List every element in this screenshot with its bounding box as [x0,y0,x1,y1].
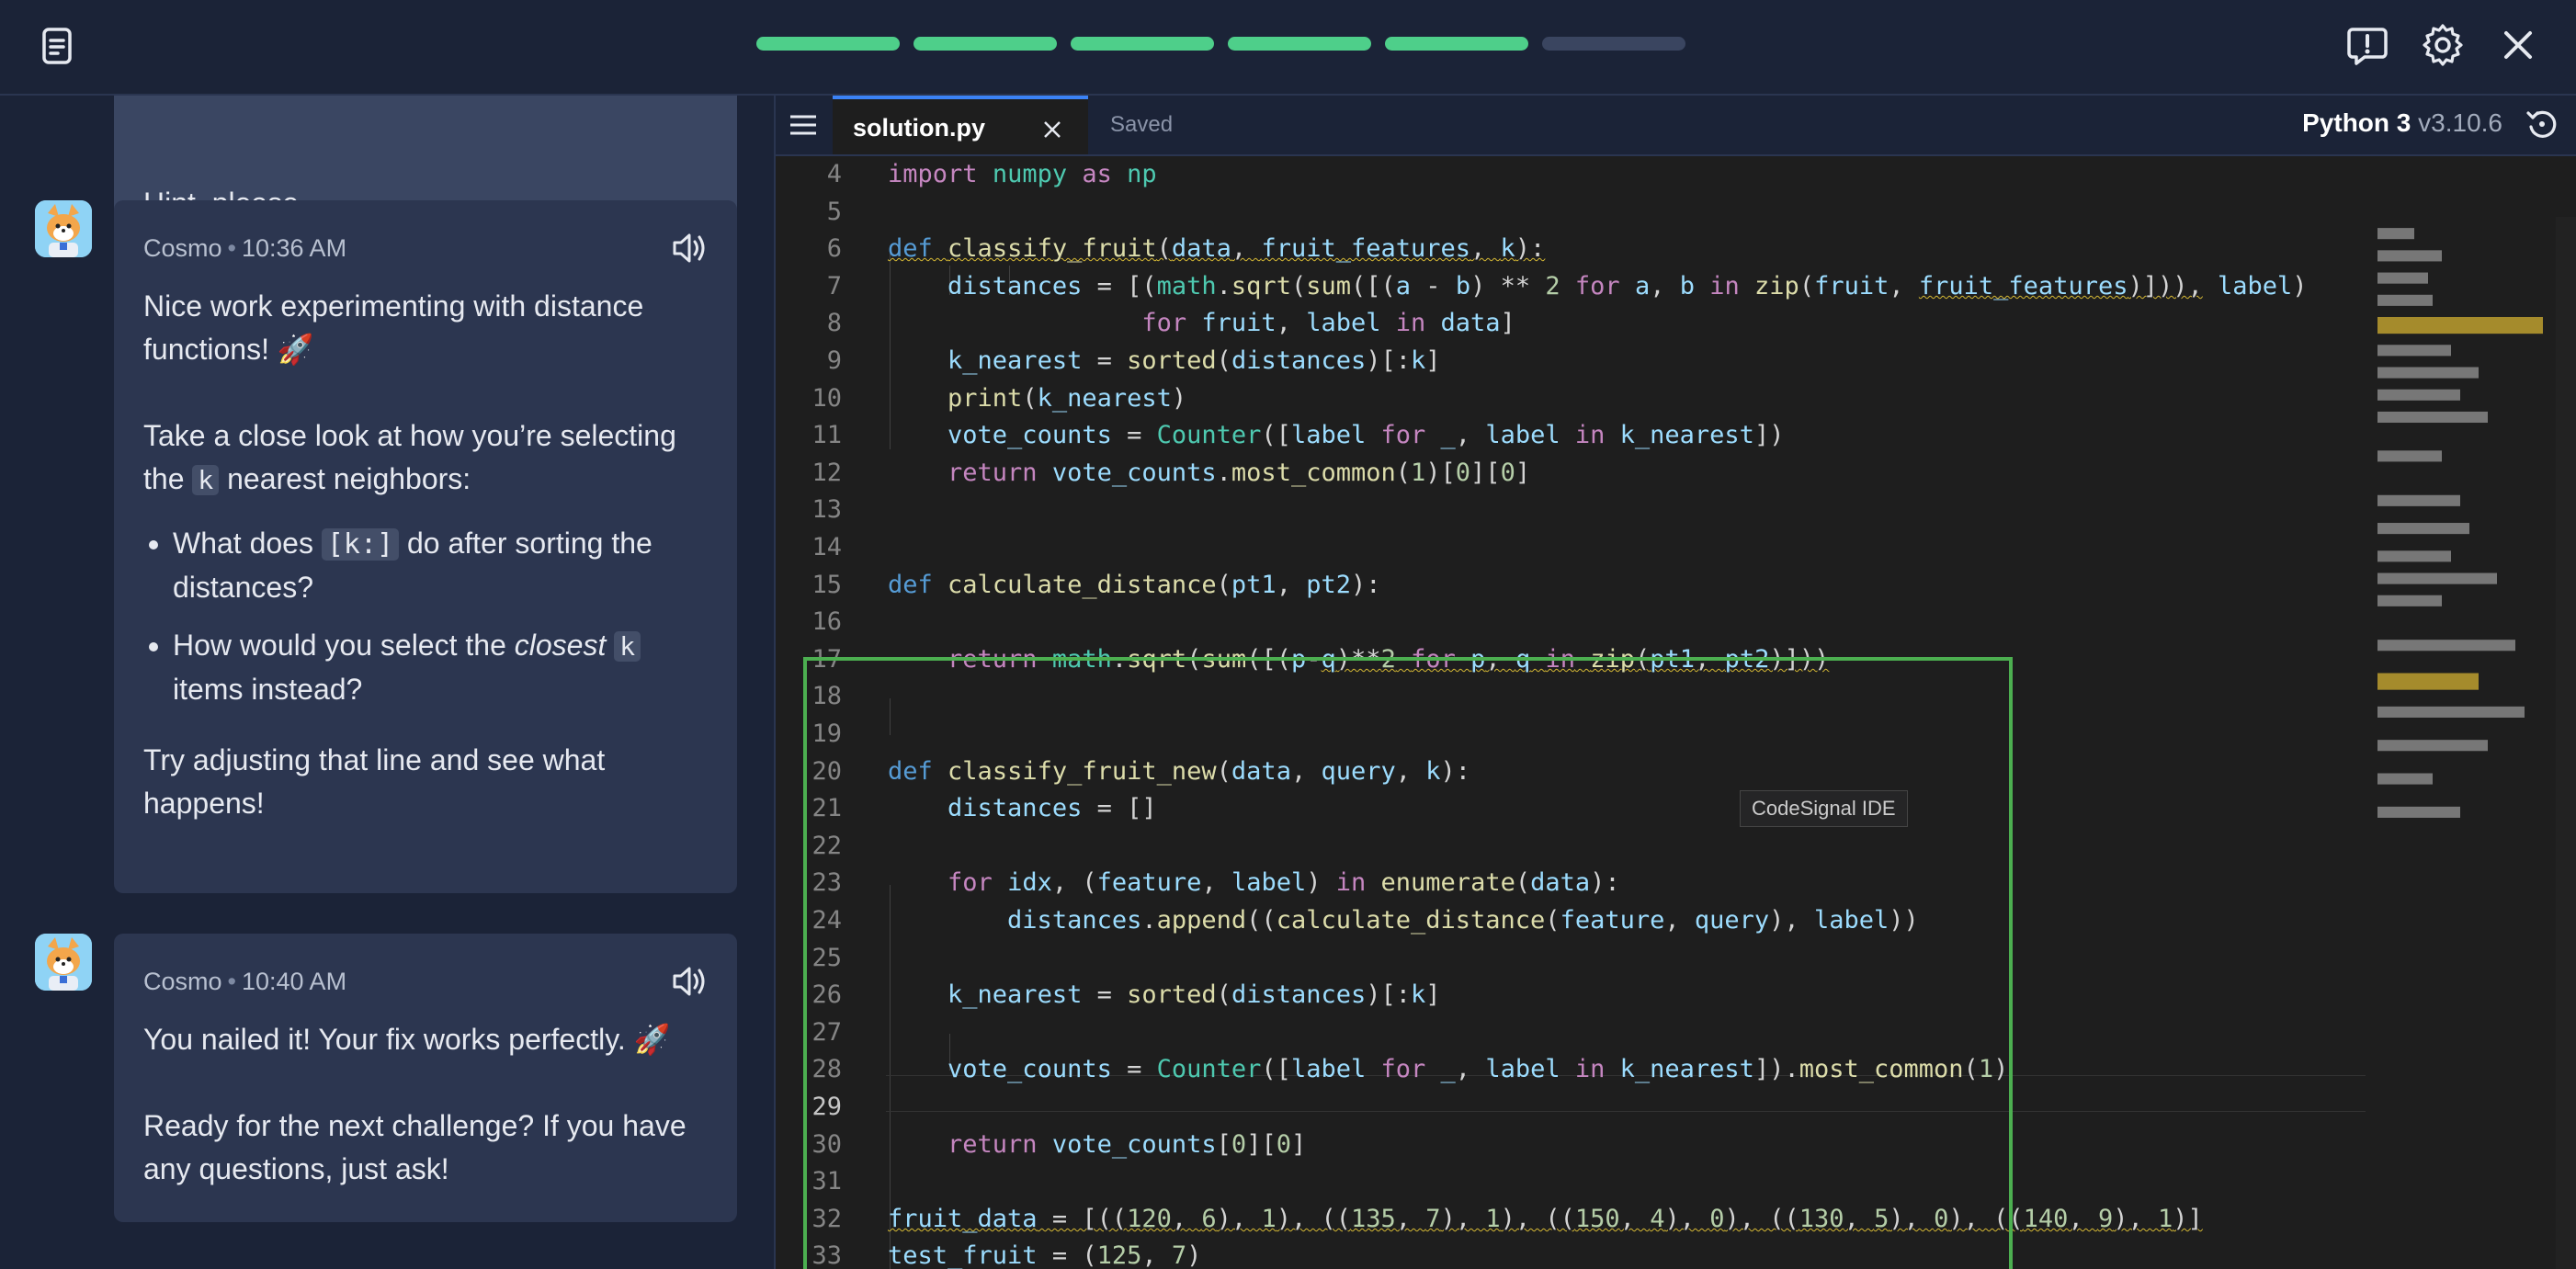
progress-step-1 [756,37,900,51]
line-number: 9 [826,346,842,375]
close-tab-icon[interactable] [1042,119,1062,140]
progress-step-3 [1071,37,1214,51]
cosmo-avatar [35,200,92,257]
editor-tab-bar: solution.py Saved Python 3 v3.10.6 [776,96,2576,156]
reset-icon[interactable] [2525,107,2559,142]
chat-panel: Hint, please Cosmo•10:36 AM [0,96,776,1269]
line-number: 14 [811,533,842,561]
tab-solution-py[interactable]: solution.py [833,96,1088,154]
progress-step-4 [1228,37,1371,51]
speaker-icon[interactable] [669,228,709,268]
inline-code: k [192,465,220,495]
tooltip: CodeSignal IDE [1740,790,1908,827]
list-item: How would you select the closest k items… [173,624,708,711]
progress-step-5 [1385,37,1528,51]
author-name: Cosmo [143,234,222,262]
lesson-progress [756,37,1685,51]
list-item: What does [k:] do after sorting the dist… [173,522,708,609]
text-fragment: How would you select the [173,629,506,662]
line-number: 15 [811,570,842,599]
vertical-scrollbar[interactable] [2556,217,2576,1269]
line-number: 13 [811,495,842,525]
message-card: Cosmo • 10:36 AM Nice work experimenting w… [114,200,737,893]
line-number: 11 [811,421,842,450]
top-bar [0,0,2576,96]
hint-list: What does [k:] do after sorting the dist… [143,522,708,711]
text-fragment: items instead? [173,673,363,706]
close-icon[interactable] [2495,22,2541,68]
document-icon[interactable] [35,24,79,68]
message-time: 10:36 AM [241,234,347,262]
message-time: 10:40 AM [241,968,347,995]
minimap[interactable] [2370,217,2554,1269]
message-paragraph: Nice work experimenting with distance fu… [143,289,644,366]
message-paragraph: Try adjusting that line and see what hap… [143,743,606,820]
line-number: 7 [826,271,842,300]
language-version: v3.10.6 [2418,108,2502,137]
line-number: 16 [811,607,842,637]
message-meta: Cosmo • 10:36 AM [143,234,347,262]
message-card: Cosmo • 10:40 AM You nailed it! Your fix w… [114,934,737,1222]
save-status: Saved [1110,112,1174,137]
language-label[interactable]: Python 3 v3.10.6 [2302,108,2502,138]
text-fragment: What does [173,527,313,560]
line-number: 4 [826,160,842,188]
inline-code: [k:] [321,528,400,561]
line-number: 5 [826,197,842,226]
cosmo-avatar [35,934,92,991]
emphasis-text: closest [514,629,607,662]
progress-step-2 [914,37,1057,51]
line-number: 12 [811,458,842,487]
code-editor: solution.py Saved Python 3 v3.10.6 4 impo… [776,96,2576,1269]
message-paragraph: Take a close look at how you’re selectin… [143,414,708,502]
report-issue-icon[interactable] [2344,22,2390,68]
code-area[interactable]: 4 import numpy as np 5 6 def classify_frui… [776,156,2576,1269]
progress-step-6 [1542,37,1685,51]
message-meta: Cosmo • 10:40 AM [143,968,347,995]
line-number: 8 [826,309,842,338]
message-paragraph: You nailed it! Your fix works perfectly.… [143,1023,671,1056]
menu-icon[interactable] [789,112,818,138]
line-number: 10 [811,383,842,413]
text-fragment: nearest neighbors: [227,462,471,495]
inline-code: k [614,631,641,662]
message-paragraph: Ready for the next challenge? If you hav… [143,1109,687,1185]
language-name: Python 3 [2302,108,2411,137]
tab-label: solution.py [853,114,985,142]
highlight-box [803,657,2013,1269]
line-number: 6 [826,234,842,264]
gear-icon[interactable] [2420,22,2466,68]
author-name: Cosmo [143,968,222,995]
speaker-icon[interactable] [669,961,709,1002]
